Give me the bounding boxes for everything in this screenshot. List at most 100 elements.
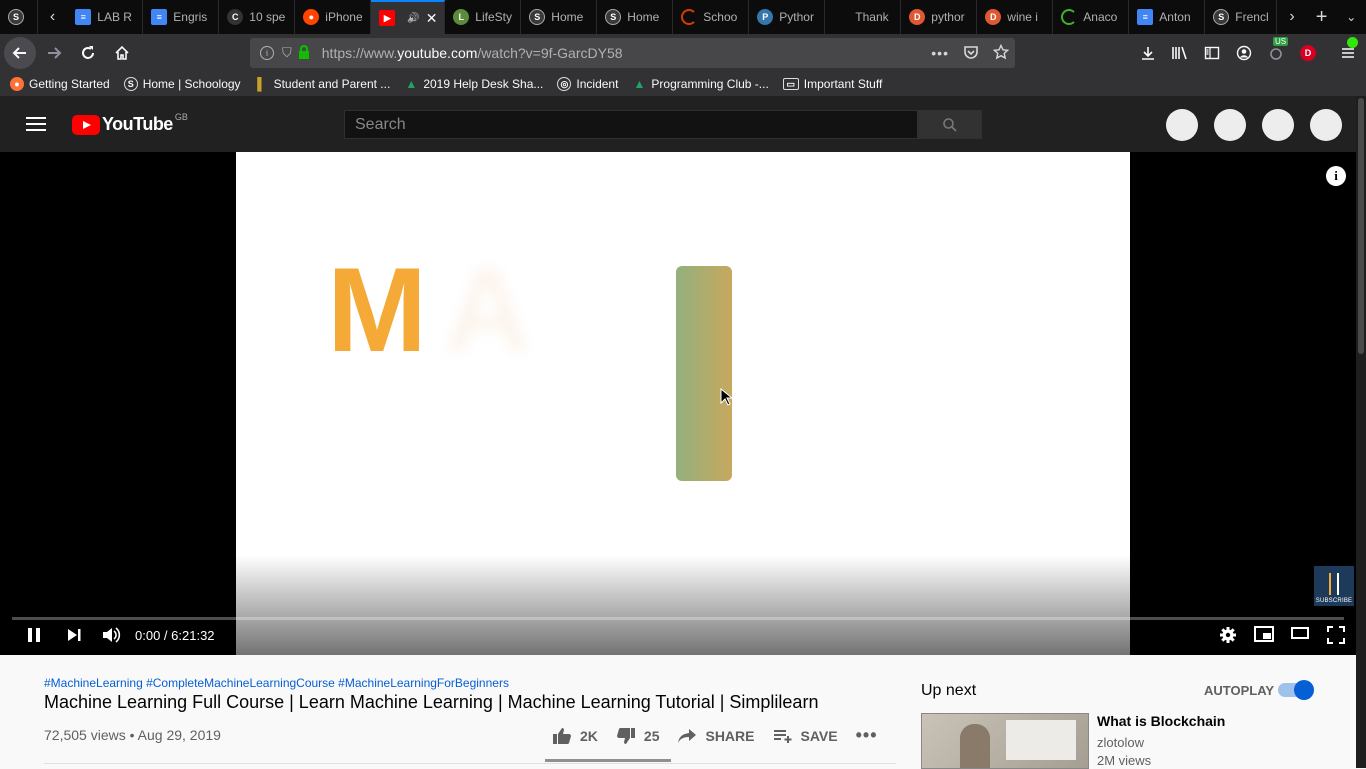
schoology-icon: S (1213, 9, 1230, 25)
back-button[interactable] (4, 37, 36, 69)
bookmark-item[interactable]: ▭ Important Stuff (782, 77, 882, 91)
library-icon[interactable] (1171, 44, 1189, 62)
sidebar-icon[interactable] (1203, 44, 1221, 62)
next-video-channel[interactable]: zlotolow (1097, 735, 1144, 750)
like-button[interactable]: 2K (552, 727, 598, 745)
browser-tab[interactable]: P Pythor (749, 0, 826, 34)
browser-tab[interactable]: C 10 spe (219, 0, 296, 34)
video-frame[interactable]: M A (236, 152, 1130, 655)
save-button[interactable]: SAVE (773, 728, 838, 744)
browser-tab[interactable]: S French (1205, 0, 1278, 34)
dislike-button[interactable]: 25 (616, 727, 659, 745)
profile-extension-icon[interactable]: D (1299, 44, 1317, 62)
slide-letter-a: A (444, 243, 531, 377)
hashtag-links[interactable]: #MachineLearning #CompleteMachineLearnin… (44, 676, 509, 690)
tab-pinned-schoology[interactable]: S (0, 0, 38, 34)
tab-label: Home (627, 10, 660, 24)
browser-tab[interactable]: Dpythor (901, 0, 978, 34)
url-host: youtube.com (397, 45, 478, 61)
reload-button[interactable] (72, 37, 104, 69)
vpn-extension-icon[interactable]: US (1267, 37, 1289, 62)
share-button[interactable]: SHARE (677, 727, 755, 744)
guide-menu-icon[interactable] (26, 117, 46, 131)
browser-tab[interactable]: ≡ Anton (1129, 0, 1206, 34)
avatar[interactable] (1310, 109, 1342, 141)
pause-button[interactable] (26, 626, 42, 644)
bookmark-item[interactable]: ● Getting Started (10, 77, 110, 91)
cards-info-icon[interactable]: i (1326, 166, 1346, 186)
browser-tab[interactable]: L LifeSty (445, 0, 522, 34)
tracking-protection-icon[interactable]: ⛉ (282, 45, 292, 61)
create-video-button[interactable] (1166, 109, 1198, 141)
search-button[interactable] (918, 110, 982, 139)
home-button[interactable] (106, 37, 138, 69)
bookmark-item[interactable]: ◎ Incident (557, 77, 618, 91)
bookmark-item[interactable]: ▲ 2019 Help Desk Sha... (404, 77, 543, 91)
tab-audio-icon[interactable]: 🔊 (407, 13, 419, 24)
menu-icon[interactable] (1339, 37, 1358, 62)
url-bar[interactable]: i ⛉ https://www.youtube.com/watch?v=9f-G… (250, 38, 1015, 68)
scrollbar-thumb[interactable] (1358, 98, 1364, 354)
bookmark-item[interactable]: ▌ Student and Parent ... (255, 77, 391, 91)
browser-tab[interactable]: Dwine i (977, 0, 1054, 34)
time-current: 0:00 (135, 628, 161, 643)
docs-icon: ≡ (1137, 9, 1154, 25)
next-video-title[interactable]: What is Blockchain (1097, 713, 1225, 729)
download-icon[interactable] (1139, 44, 1157, 62)
browser-tab[interactable]: ▶ 🔊 ✕ (371, 0, 446, 34)
notifications-button[interactable] (1262, 109, 1294, 141)
autoplay-toggle[interactable] (1278, 680, 1314, 700)
apps-button[interactable] (1214, 109, 1246, 141)
fullscreen-button[interactable] (1327, 626, 1345, 644)
autoplay-toggle-knob (1294, 680, 1314, 700)
tab-label: Anton (1159, 10, 1191, 24)
browser-tab[interactable]: Thank (825, 0, 902, 34)
settings-button[interactable] (1219, 626, 1237, 644)
browser-tab[interactable]: ≡ LAB R (67, 0, 144, 34)
account-icon[interactable] (1235, 44, 1253, 62)
mute-button[interactable] (101, 626, 121, 644)
search-input[interactable]: Search (344, 110, 918, 139)
scroll-tabs-left-icon[interactable]: ‹ (38, 0, 68, 34)
bookmark-item[interactable]: S Home | Schoology (123, 77, 241, 91)
subscribe-watermark[interactable]: SUBSCRIBE (1314, 566, 1354, 606)
bookmark-star-icon[interactable] (992, 43, 1010, 63)
progress-bar[interactable] (12, 617, 1344, 620)
page-actions-icon[interactable]: ••• (931, 45, 949, 61)
tab-label: pythor (931, 10, 965, 24)
vpn-badge: US (1273, 37, 1289, 46)
browser-tab[interactable]: Schoo (673, 0, 750, 34)
video-player[interactable]: M A i SUBSCRIBE 0:00 / 6:21:32 (0, 152, 1356, 655)
info-icon[interactable]: i (260, 46, 274, 60)
scroll-tabs-right-icon[interactable]: › (1277, 0, 1307, 34)
page-scrollbar[interactable] (1356, 96, 1366, 768)
theater-mode-button[interactable] (1291, 626, 1309, 640)
page-icon: ▌ (257, 77, 266, 91)
youtube-logo[interactable]: YouTube GB (72, 112, 188, 135)
share-label: SHARE (705, 727, 755, 744)
next-video-views: 2M views (1097, 753, 1152, 768)
new-tab-icon[interactable]: + (1307, 0, 1337, 34)
browser-tab[interactable]: Anaco (1053, 0, 1130, 34)
pocket-icon[interactable] (963, 44, 979, 63)
fullscreen-icon (1327, 626, 1345, 644)
up-next-heading: Up next (921, 682, 977, 699)
update-available-icon (1347, 37, 1358, 48)
view-count: 72,505 views (44, 727, 126, 743)
more-actions-button[interactable]: ••• (856, 725, 878, 746)
tab-label: Engris (173, 10, 208, 24)
bookmark-item[interactable]: ▲ Programming Club -... (632, 77, 768, 91)
next-button[interactable] (66, 626, 82, 644)
bookmark-label: Student and Parent ... (273, 77, 391, 91)
tab-list-icon[interactable]: ⌄ (1336, 0, 1366, 34)
miniplayer-button[interactable] (1254, 626, 1274, 642)
schoology-icon: S (123, 77, 138, 91)
url-prefix: https://www. (321, 45, 398, 61)
browser-tab[interactable]: S Home (521, 0, 598, 34)
tab-close-icon[interactable]: ✕ (426, 10, 438, 27)
forward-button[interactable] (38, 37, 70, 69)
browser-tab[interactable]: S Home (597, 0, 674, 34)
next-video-thumbnail[interactable] (921, 713, 1089, 769)
browser-tab[interactable]: ● iPhone (295, 0, 372, 34)
browser-tab[interactable]: ≡ Engris (143, 0, 220, 34)
